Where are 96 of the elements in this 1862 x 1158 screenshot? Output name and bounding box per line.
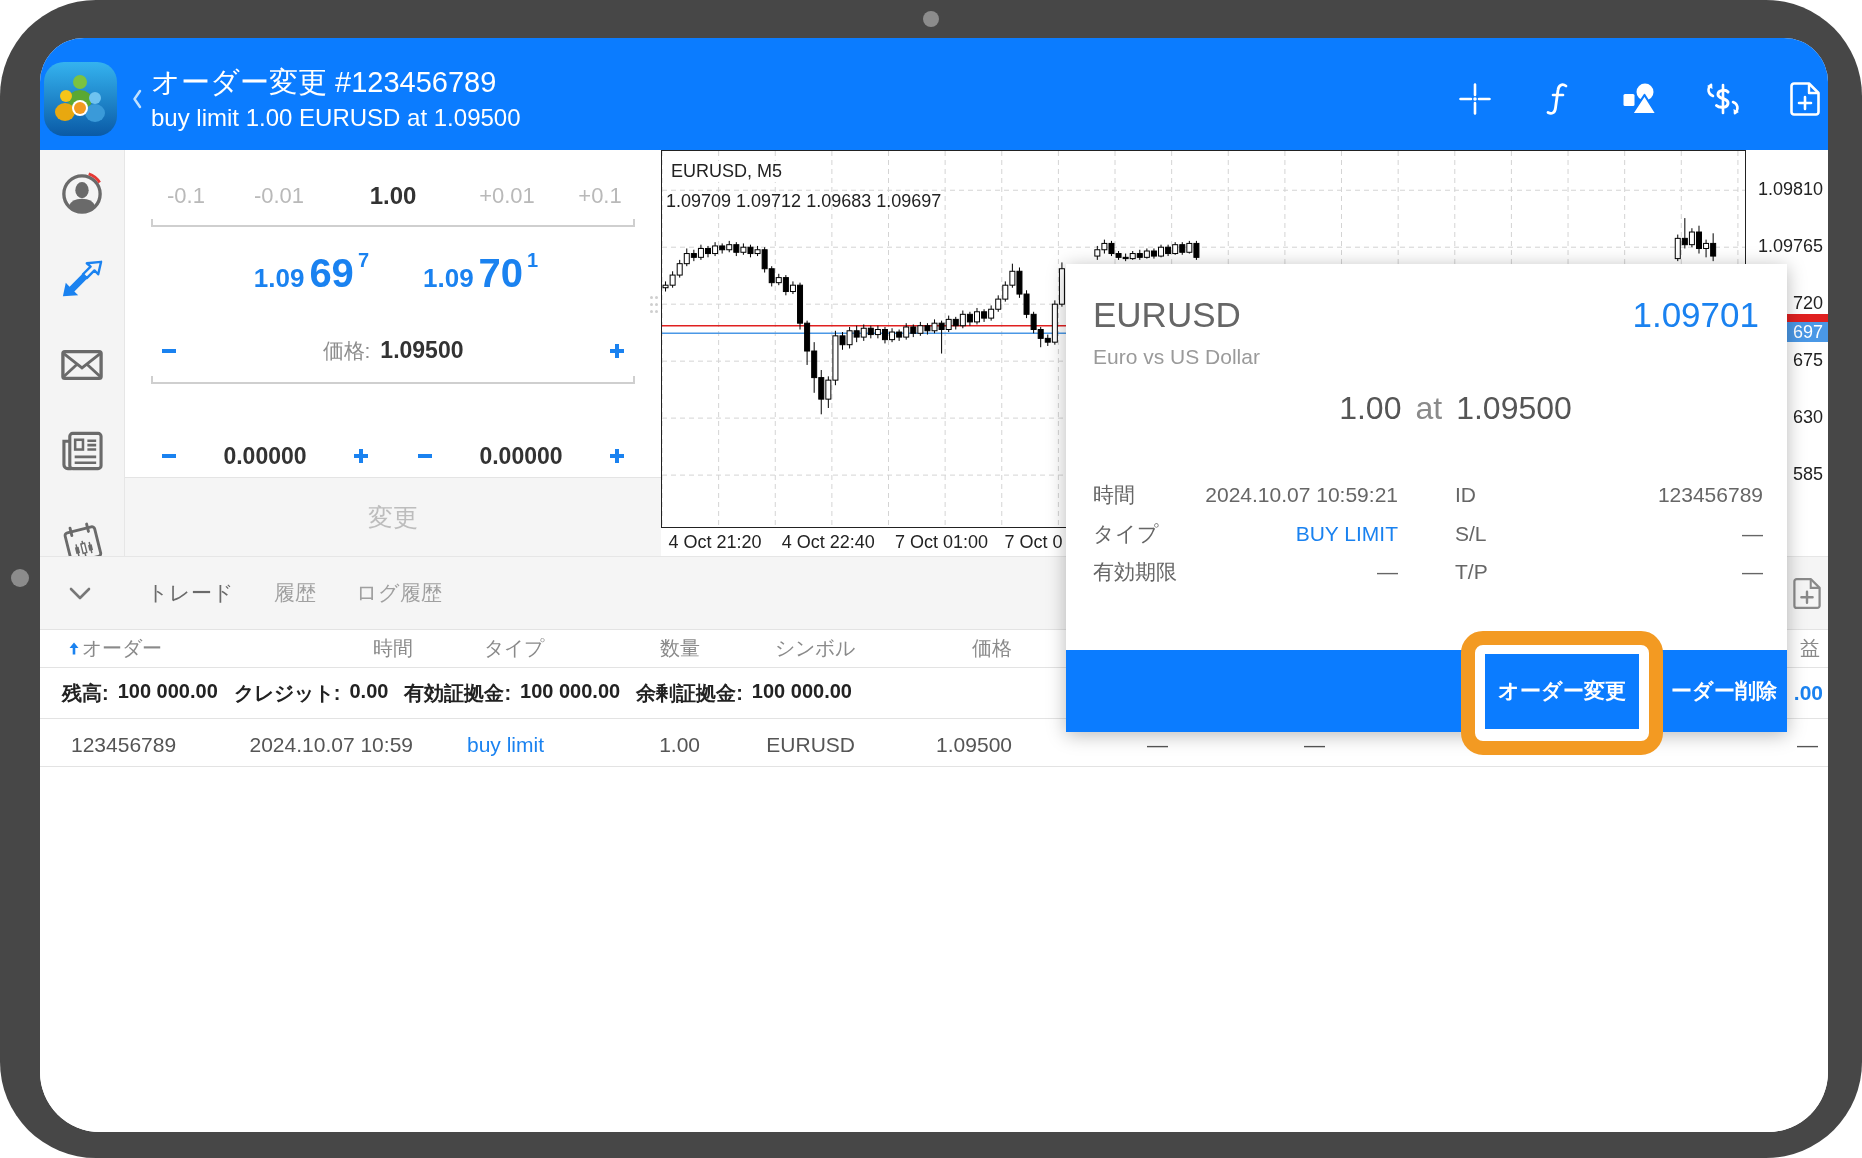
symbol-price: 1.09701 xyxy=(1632,295,1759,335)
table-cell: 1.00 xyxy=(659,734,700,755)
crosshair-icon[interactable] xyxy=(1459,83,1491,115)
price-axis-label: 1.09810 xyxy=(1757,179,1823,200)
price-axis-label: 720 xyxy=(1792,293,1823,314)
table-cell: — xyxy=(1797,734,1818,755)
summary-value: 0.00 xyxy=(349,679,389,704)
column-header[interactable]: 時間 xyxy=(373,635,413,662)
volume-step-button[interactable]: -0.01 xyxy=(253,183,305,210)
summary-value: 100 000.00 xyxy=(751,679,852,704)
price-field[interactable]: 1.09500 xyxy=(380,337,464,365)
profit-total: .00 xyxy=(1793,681,1823,705)
camera-lens-icon xyxy=(11,569,29,587)
newspaper-icon[interactable] xyxy=(61,430,103,472)
camera-lens-icon xyxy=(923,11,939,27)
summary-label: クレジット: xyxy=(233,680,341,706)
summary-label: 残高: xyxy=(62,680,109,706)
column-header[interactable]: タイプ xyxy=(484,635,544,662)
price-fraction[interactable]: 1 xyxy=(527,249,539,272)
detail-value: 123456789 xyxy=(1657,483,1763,508)
chevron-down-icon[interactable] xyxy=(69,586,91,600)
value-field[interactable]: 0.00000 xyxy=(479,442,563,470)
price-axis-label: 1.09765 xyxy=(1757,236,1823,257)
table-cell: — xyxy=(1147,734,1168,755)
tab[interactable]: ログ履歴 xyxy=(336,573,462,613)
chart-title: EURUSD, M5 xyxy=(671,161,782,182)
detail-label: S/L xyxy=(1455,521,1487,546)
function-icon[interactable] xyxy=(1545,82,1569,116)
order-volume: 1.00 xyxy=(1339,389,1402,427)
time-axis-label: 7 Oct 01:00 xyxy=(895,532,989,552)
add-document-icon[interactable] xyxy=(1793,576,1821,610)
time-axis-label: 4 Oct 22:40 xyxy=(781,532,875,552)
price-pips[interactable]: 69 xyxy=(309,251,354,296)
detail-label: 時間 xyxy=(1093,482,1135,509)
shapes-icon[interactable] xyxy=(1623,83,1657,115)
symbol-name: EURUSD xyxy=(1093,295,1241,335)
plus-icon[interactable] xyxy=(610,449,624,463)
detail-label: ID xyxy=(1455,483,1476,508)
price-axis-label: 585 xyxy=(1792,464,1823,485)
summary-label: 余剰証拠金: xyxy=(636,680,743,706)
calendar-icon[interactable] xyxy=(61,522,103,556)
detail-label: T/P xyxy=(1455,560,1488,585)
plus-icon[interactable] xyxy=(354,449,368,463)
table-cell: 123456789 xyxy=(71,734,177,755)
symbol-description: Euro vs US Dollar xyxy=(1093,344,1260,370)
price-pips[interactable]: 70 xyxy=(478,251,524,296)
drag-handle-icon[interactable] xyxy=(650,296,658,313)
tab[interactable]: トレード xyxy=(127,573,254,613)
order-action-button[interactable]: オーダー変更 xyxy=(1485,653,1639,729)
detail-value: BUY LIMIT xyxy=(1295,521,1398,546)
user-icon[interactable] xyxy=(61,172,103,214)
column-header[interactable]: オーダー xyxy=(69,635,162,662)
detail-value: — xyxy=(1377,560,1398,585)
summary-label: 有効証拠金: xyxy=(404,680,512,706)
tab[interactable]: 履歴 xyxy=(254,573,336,613)
price-big-figure[interactable]: 1.09 xyxy=(423,263,474,294)
detail-label: 有効期限 xyxy=(1093,559,1177,586)
column-header[interactable]: 数量 xyxy=(660,635,700,662)
column-header[interactable]: 益 xyxy=(1800,635,1820,662)
table-cell: EURUSD xyxy=(766,734,855,755)
order-at-label: at xyxy=(1415,389,1443,427)
column-header[interactable]: シンボル xyxy=(775,635,855,662)
back-icon[interactable] xyxy=(132,89,142,109)
price-big-figure[interactable]: 1.09 xyxy=(253,263,305,294)
plus-icon[interactable] xyxy=(610,344,624,359)
column-header[interactable]: 価格 xyxy=(972,635,1012,662)
price-fraction[interactable]: 7 xyxy=(357,249,369,272)
sort-arrow-icon xyxy=(69,642,79,655)
table-cell: 2024.10.07 10:59 xyxy=(249,734,413,755)
detail-value: — xyxy=(1742,521,1763,546)
detail-value: — xyxy=(1742,560,1763,585)
app-logo-icon[interactable] xyxy=(44,62,117,136)
window-subtitle: buy limit 1.00 EURUSD at 1.09500 xyxy=(151,103,521,133)
value-field[interactable]: 0.00000 xyxy=(223,442,307,470)
current-price-tag: 697 xyxy=(1787,322,1828,343)
table-cell: — xyxy=(1304,734,1325,755)
table-cell: buy limit xyxy=(466,734,544,755)
price-axis-label: 675 xyxy=(1792,350,1823,371)
price-label: 価格: xyxy=(322,338,371,365)
price-axis-label: 630 xyxy=(1792,407,1823,428)
detail-label: タイプ xyxy=(1093,520,1159,547)
volume-step-button[interactable]: -0.1 xyxy=(167,183,205,210)
minus-icon[interactable] xyxy=(162,349,176,354)
time-axis-label: 7 Oct 0 xyxy=(1004,532,1063,552)
volume-step-button[interactable]: +0.01 xyxy=(479,183,535,210)
summary-value: 100 000.00 xyxy=(520,679,621,704)
table-cell: 1.09500 xyxy=(936,734,1012,755)
detail-value: 2024.10.07 10:59:21 xyxy=(1205,483,1398,508)
volume-field[interactable]: 1.00 xyxy=(369,182,417,211)
order-price: 1.09500 xyxy=(1456,389,1572,427)
order-action-button[interactable]: ーダー削除 xyxy=(1663,650,1787,732)
time-axis-label: 4 Oct 21:20 xyxy=(668,532,762,552)
window-title: オーダー変更 #123456789 xyxy=(151,65,498,99)
ohlc-values: 1.09709 1.09712 1.09683 1.09697 xyxy=(666,191,942,212)
summary-value: 100 000.00 xyxy=(117,679,218,704)
volume-step-button[interactable]: +0.1 xyxy=(578,183,622,210)
